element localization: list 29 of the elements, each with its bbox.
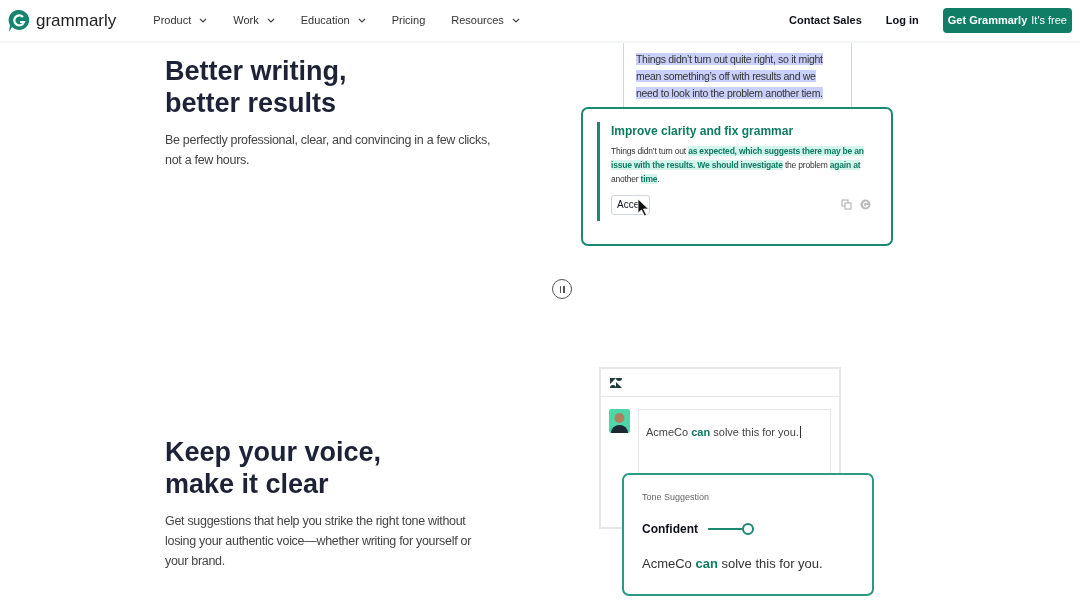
tone-suggestion-text: AcmeCo can solve this for you. [642, 554, 824, 573]
nav-menu-item[interactable]: Education [299, 12, 367, 29]
chevron-down-icon [511, 18, 520, 23]
chevron-down-icon [357, 18, 366, 23]
chevron-down-icon [199, 18, 208, 23]
nav-menu-item[interactable]: Pricing [390, 12, 427, 29]
get-grammarly-button[interactable]: Get Grammarly It's free [942, 8, 1072, 33]
suggestion-title: Improve clarity and fix grammar [611, 123, 795, 140]
nav-menu-item[interactable]: Product [152, 12, 209, 29]
nav-link[interactable]: Contact Sales [789, 12, 862, 29]
avatar [609, 409, 630, 433]
nav-link[interactable]: Log in [885, 12, 919, 29]
suggestion-text: Things didn’t turn out as expected, which suggests there may be an issue with the results. We should investigate the problem again at another time. [611, 145, 865, 186]
chevron-down-icon [266, 18, 275, 23]
nav-menu-item[interactable]: Work [232, 12, 276, 29]
section-description: Be perfectly professional, clear, and convincing in a few clicks, not a few hours. [165, 132, 492, 169]
selected-text: Things didn’t turn out quite right, so it might mean something’s off with results and we need to look into the problem another tiem. [636, 52, 824, 101]
tone-name: Confident [642, 520, 698, 538]
app-logo-icon [610, 377, 622, 388]
logo-text[interactable]: grammarly [36, 7, 117, 34]
section-heading: Better writing, better results [165, 55, 348, 119]
message-text: AcmeCo can solve this for you. [646, 426, 801, 438]
logo-icon[interactable] [8, 8, 30, 33]
tone-meter [708, 522, 754, 535]
cursor-icon [637, 198, 651, 217]
section-heading: Keep your voice, make it clear [165, 436, 383, 500]
tone-label: Tone Suggestion [642, 491, 711, 504]
section-description: Get suggestions that help you strike the right tone without losing your authentic voice—whether writing for yourself or your brand. [165, 513, 473, 570]
nav-menu-item[interactable]: Resources [450, 12, 521, 29]
